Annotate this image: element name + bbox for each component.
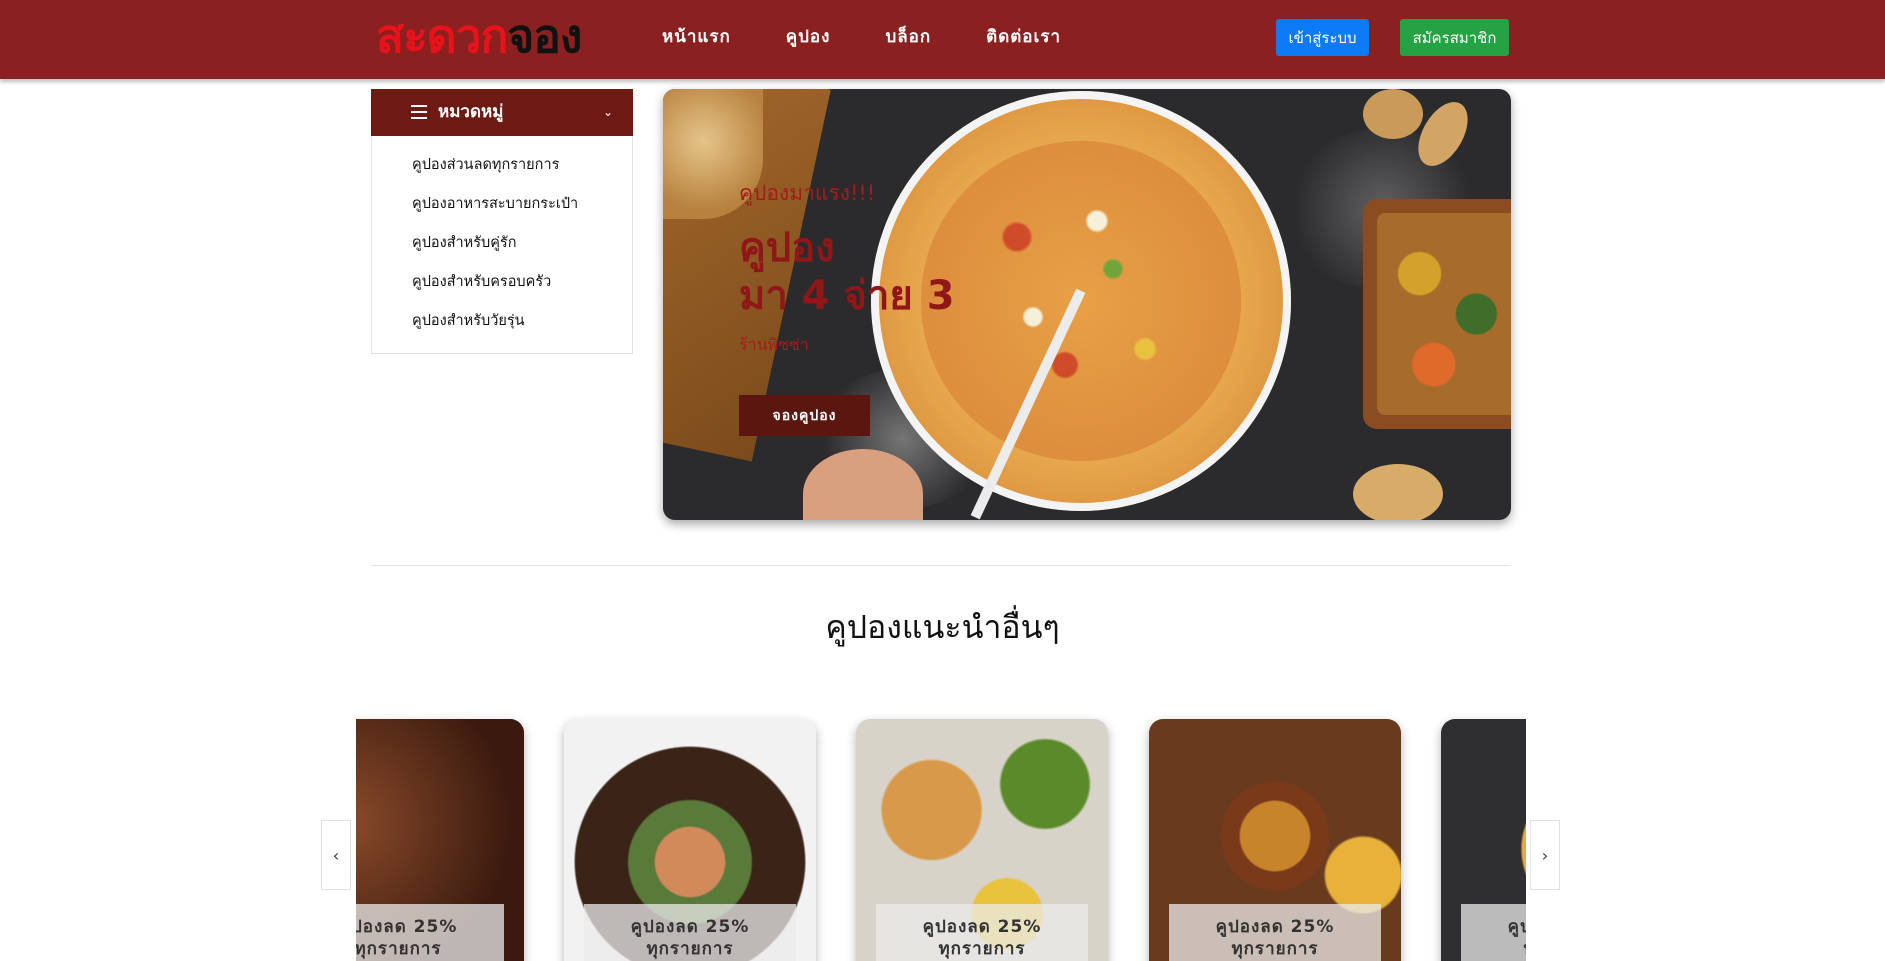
book-coupon-button[interactable]: จองคูปอง [739, 395, 870, 436]
coupon-card[interactable]: คูปองลด 25%ทุกรายการ [356, 719, 524, 961]
coupon-card-label: คูปองลด 25%ทุกรายการ [1461, 904, 1526, 961]
coupon-card-label: คูปองลด 25%ทุกรายการ [1169, 904, 1381, 961]
category-item-family[interactable]: คูปองสำหรับครอบครัว [412, 272, 578, 311]
nav-contact[interactable]: ติดต่อเรา [986, 22, 1061, 52]
main-nav: หน้าแรก คูปอง บล็อก ติดต่อเรา [662, 22, 1116, 52]
coupon-card-title: คูปองลด 25% [356, 917, 458, 937]
category-list: คูปองส่วนลดทุกรายการ คูปองอาหารสะบายกระเ… [412, 155, 578, 350]
section-divider [371, 565, 1511, 566]
nav-home[interactable]: หน้าแรก [662, 22, 731, 52]
signup-button[interactable]: สมัครสมาชิก [1400, 19, 1509, 56]
hero-title-line1: คูปอง [739, 225, 835, 271]
coupon-card-subtitle: ทุกรายการ [938, 939, 1026, 959]
chevron-left-icon: ‹ [332, 845, 340, 865]
coupon-card[interactable]: คูปองลด 25%ทุกรายการ [1149, 719, 1401, 961]
chevron-down-icon: ⌄ [603, 105, 614, 119]
coupon-card-label: คูปองลด 25%ทุกรายการ [584, 904, 796, 961]
coupon-card-subtitle: ทุกรายการ [646, 939, 734, 959]
category-item-budget-food[interactable]: คูปองอาหารสะบายกระเป๋า [412, 194, 578, 233]
coupon-card[interactable]: คูปองลด 25%ทุกรายการ [564, 719, 816, 961]
hero-image-bowl [1353, 464, 1443, 520]
coupon-card-title: คูปองลด 25% [1507, 917, 1526, 937]
category-item-all-discount[interactable]: คูปองส่วนลดทุกรายการ [412, 155, 578, 194]
coupon-card-title: คูปองลด 25% [1215, 917, 1335, 937]
coupon-card-label: คูปองลด 25%ทุกรายการ [876, 904, 1088, 961]
hero-kicker: คูปองมาแรง!!! [739, 181, 876, 205]
hero-image-pasta-tray [1363, 199, 1511, 429]
coupon-carousel: คูปองลด 25%ทุกรายการ คูปองลด 25%ทุกรายกา… [356, 700, 1526, 961]
carousel-prev-button[interactable]: ‹ [321, 820, 351, 890]
hero-subtitle: ร้านพิซซ่า [739, 335, 809, 354]
coupon-card-title: คูปองลด 25% [922, 917, 1042, 937]
coupon-card[interactable]: คูปองลด 25%ทุกรายการ [856, 719, 1108, 961]
nav-coupons[interactable]: คูปอง [786, 22, 831, 52]
category-sidebar: หมวดหมู่ ⌄ คูปองส่วนลดทุกรายการ คูปองอาห… [371, 89, 633, 354]
top-navbar: สะดวกจอง หน้าแรก คูปอง บล็อก ติดต่อเรา เ… [0, 0, 1885, 79]
coupon-card-title: คูปองลด 25% [630, 917, 750, 937]
site-logo[interactable]: สะดวกจอง [376, 6, 582, 66]
hero-banner: คูปองมาแรง!!! คูปอง มา 4 จ่าย 3 ร้านพิซซ… [663, 89, 1511, 520]
nav-blog[interactable]: บล็อก [885, 22, 931, 52]
carousel-next-button[interactable]: › [1530, 820, 1560, 890]
coupon-card-subtitle: ทุกรายการ [1231, 939, 1319, 959]
category-item-teens[interactable]: คูปองสำหรับวัยรุ่น [412, 311, 578, 350]
coupon-card-subtitle: ทุกรายการ [356, 939, 442, 959]
category-item-couples[interactable]: คูปองสำหรับคู่รัก [412, 233, 578, 272]
chevron-right-icon: › [1541, 845, 1549, 865]
category-title: หมวดหมู่ [438, 102, 504, 122]
coupon-card[interactable]: คูปองลด 25%ทุกรายการ [1441, 719, 1526, 961]
recommended-section-title: คูปองแนะนำอื่นๆ [825, 608, 1060, 646]
logo-text-red: สะดวก [376, 9, 508, 63]
hero-image-spoon [1363, 89, 1423, 139]
menu-icon [411, 105, 427, 119]
logo-text-black: จอง [507, 9, 582, 63]
coupon-card-subtitle: ทุกรายการ [1461, 938, 1526, 960]
category-header[interactable]: หมวดหมู่ ⌄ [371, 89, 633, 136]
login-button[interactable]: เข้าสู่ระบบ [1276, 19, 1369, 56]
coupon-card-label: คูปองลด 25%ทุกรายการ [356, 904, 504, 961]
hero-title-line2: มา 4 จ่าย 3 [739, 273, 955, 319]
